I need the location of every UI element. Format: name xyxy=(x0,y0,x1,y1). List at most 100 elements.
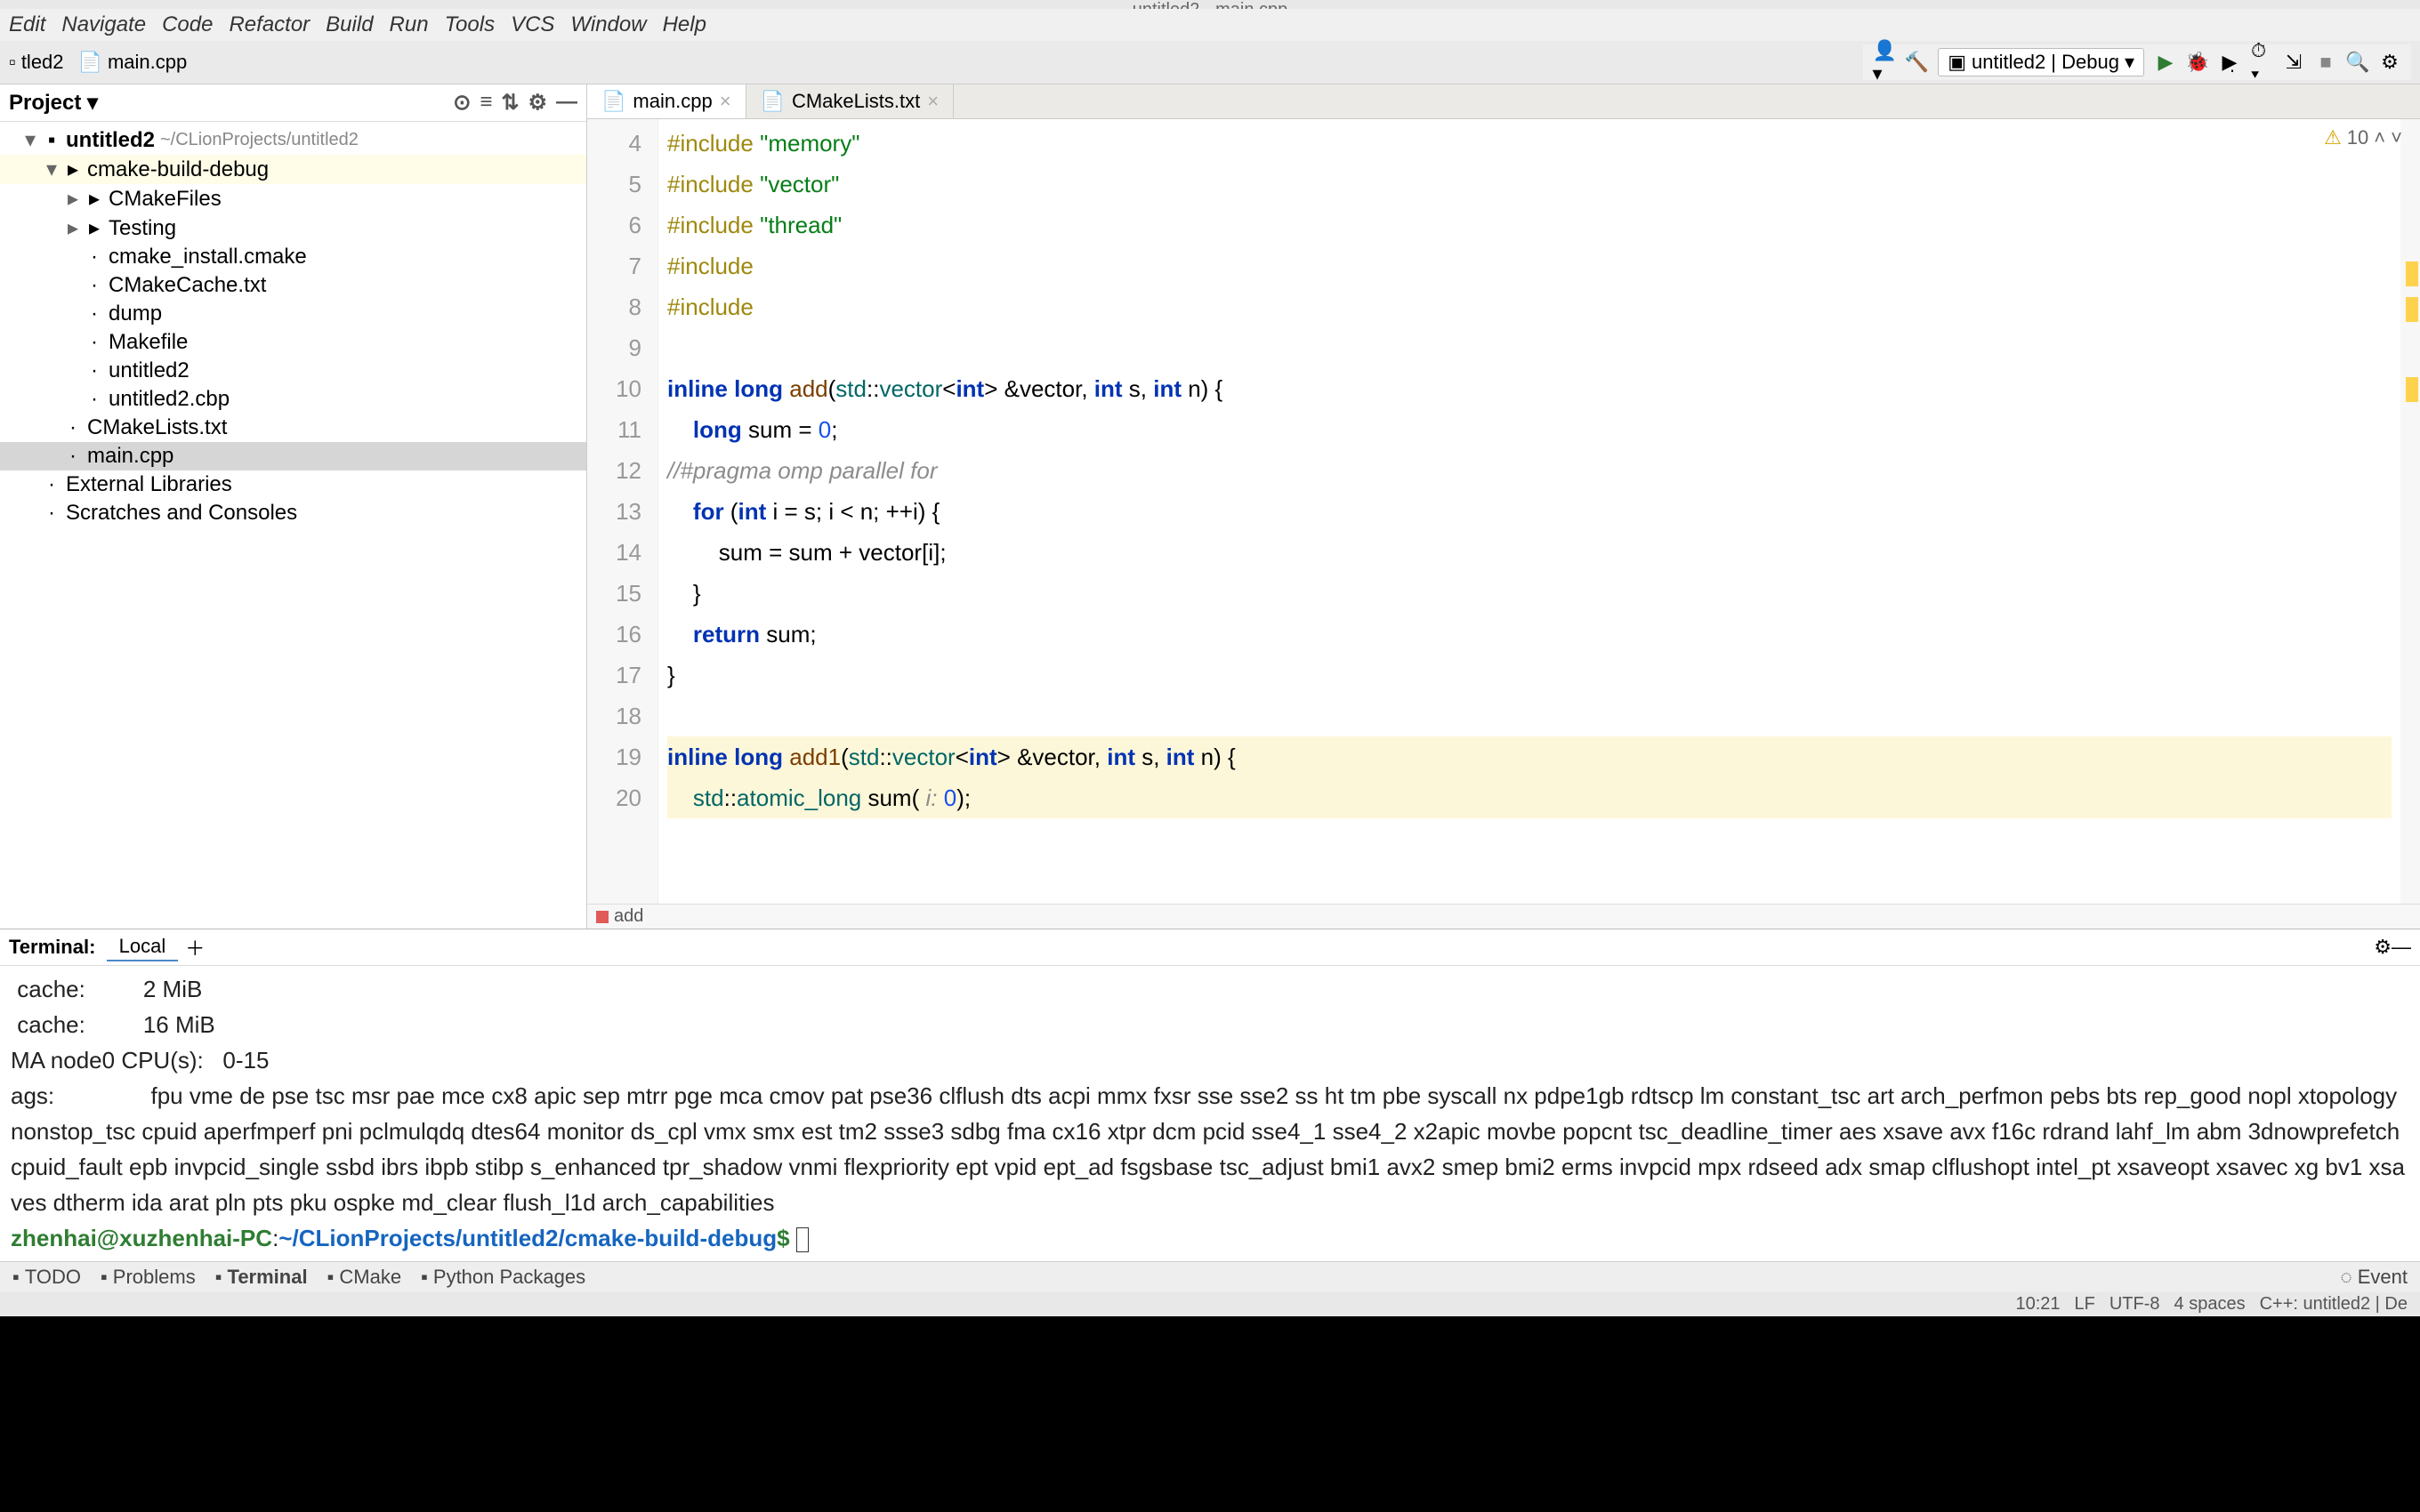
run-config-selector[interactable]: ▣ untitled2 | Debug ▾ xyxy=(1938,48,2144,76)
status-context[interactable]: C++: untitled2 | De xyxy=(2260,1294,2408,1315)
menu-build[interactable]: Build xyxy=(326,12,373,37)
editor-code[interactable]: #include "memory"#include "vector"#inclu… xyxy=(658,119,2400,904)
menu-help[interactable]: Help xyxy=(663,12,706,37)
editor-gutter[interactable]: 4567891011121314151617181920 xyxy=(587,119,658,904)
tree-item[interactable]: ·Scratches and Consoles xyxy=(0,499,586,527)
file-icon: · xyxy=(43,472,60,497)
menu-vcs[interactable]: VCS xyxy=(511,12,554,37)
hide-icon[interactable]: — xyxy=(2392,936,2411,959)
select-opened-icon[interactable]: ⊙ xyxy=(453,90,471,116)
project-tool-window: Project ▾ ⊙ ≡ ⇅ ⚙ — ▾ ▪ untitled2 ~/CLio… xyxy=(0,84,587,929)
menu-code[interactable]: Code xyxy=(162,12,213,37)
tool-tab-python-packages[interactable]: ▪Python Packages xyxy=(421,1266,585,1289)
add-terminal-icon[interactable]: ＋ xyxy=(185,933,205,961)
tree-item[interactable]: ·cmake_install.cmake xyxy=(0,243,586,271)
error-stripe[interactable] xyxy=(2400,119,2420,904)
editor-tab[interactable]: 📄 main.cpp × xyxy=(587,84,746,118)
add-config-icon[interactable]: 👤▾ xyxy=(1874,52,1895,73)
file-icon: · xyxy=(85,302,103,326)
hide-icon[interactable]: — xyxy=(556,90,577,116)
status-encoding[interactable]: UTF-8 xyxy=(2109,1294,2160,1315)
menu-navigate[interactable]: Navigate xyxy=(61,12,146,37)
run-icon[interactable]: ▶ xyxy=(2155,52,2176,73)
editor-tab[interactable]: 📄CMakeLists.txt× xyxy=(746,84,955,118)
expand-all-icon[interactable]: ≡ xyxy=(480,90,492,116)
chevron-down-icon[interactable]: ˅ xyxy=(2391,126,2402,149)
status-caret-pos[interactable]: 10:21 xyxy=(2015,1294,2060,1315)
stop-icon[interactable]: ■ xyxy=(2315,52,2336,73)
status-line-ending[interactable]: LF xyxy=(2075,1294,2095,1315)
tool-tab-icon: ▪ xyxy=(421,1266,428,1289)
menu-edit[interactable]: Edit xyxy=(9,12,45,37)
tree-item[interactable]: ·CMakeLists.txt xyxy=(0,414,586,442)
tree-item[interactable]: ·untitled2 xyxy=(0,357,586,385)
profile-icon[interactable]: ⏱▾ xyxy=(2251,52,2272,73)
tool-tab-problems[interactable]: ▪Problems xyxy=(101,1266,196,1289)
window-title: untitled2 - main.cpp xyxy=(0,0,2420,9)
search-icon[interactable]: 🔍 xyxy=(2347,52,2368,73)
file-icon: · xyxy=(85,358,103,383)
tool-tab-event-log[interactable]: ◌Event xyxy=(2341,1266,2408,1289)
menu-run[interactable]: Run xyxy=(390,12,429,37)
tool-tab-terminal[interactable]: ▪Terminal xyxy=(215,1266,308,1289)
project-root[interactable]: ▾ ▪ untitled2 ~/CLionProjects/untitled2 xyxy=(0,125,586,155)
gear-icon[interactable]: ⚙ xyxy=(2374,936,2392,959)
tree-item[interactable]: ·main.cpp xyxy=(0,442,586,470)
tree-item[interactable]: ·dump xyxy=(0,300,586,328)
inspection-widget[interactable]: ⚠ 10 ˄ ˅ xyxy=(2324,126,2402,149)
menu-refactor[interactable]: Refactor xyxy=(229,12,310,37)
tree-item[interactable]: ·Makefile xyxy=(0,328,586,357)
tree-item[interactable]: ·CMakeCache.txt xyxy=(0,271,586,300)
editor-tab-label: main.cpp xyxy=(633,90,712,113)
breadcrumb-file[interactable]: 📄 main.cpp xyxy=(78,51,188,74)
file-icon: 📄 xyxy=(601,90,625,113)
close-icon[interactable]: × xyxy=(720,90,731,113)
tool-tab-todo[interactable]: ▪TODO xyxy=(12,1266,81,1289)
menu-bar: Edit Navigate Code Refactor Build Run Tools VCS… xyxy=(0,9,2420,41)
menu-window[interactable]: Window xyxy=(570,12,646,37)
project-pane-title[interactable]: Project ▾ xyxy=(9,90,453,116)
close-icon[interactable]: × xyxy=(927,90,939,113)
terminal-body[interactable]: cache: 2 MiB cache: 16 MiBMA node0 CPU(s… xyxy=(0,966,2420,1261)
warning-marker[interactable] xyxy=(2406,297,2418,322)
folder-icon: ▪ xyxy=(43,128,60,153)
bottom-tool-tabs: ▪TODO ▪Problems ▪Terminal ▪CMake ▪Python Pac… xyxy=(0,1261,2420,1292)
debug-icon[interactable]: 🐞 xyxy=(2187,52,2208,73)
attach-icon[interactable]: ⇲ xyxy=(2283,52,2304,73)
warning-marker[interactable] xyxy=(2406,261,2418,286)
warning-marker[interactable] xyxy=(2406,377,2418,402)
editor-breadcrumb[interactable]: add xyxy=(587,904,2420,929)
gear-icon[interactable]: ⚙ xyxy=(528,90,547,116)
tree-item-label: CMakeFiles xyxy=(109,187,222,212)
gear-icon[interactable]: ⚙ xyxy=(2379,52,2400,73)
hammer-icon[interactable]: 🔨 xyxy=(1906,52,1927,73)
tree-item[interactable]: ▸▸Testing xyxy=(0,213,586,243)
tree-item-label: cmake-build-debug xyxy=(87,157,269,182)
tree-item[interactable]: ▸▸CMakeFiles xyxy=(0,184,586,213)
project-tree[interactable]: ▾ ▪ untitled2 ~/CLionProjects/untitled2 … xyxy=(0,122,586,531)
editor-breadcrumb-label: add xyxy=(614,906,643,927)
terminal-title: Terminal: xyxy=(9,936,95,959)
chevron-up-icon[interactable]: ˄ xyxy=(2374,126,2385,149)
status-indent[interactable]: 4 spaces xyxy=(2174,1294,2246,1315)
terminal-tab-local[interactable]: Local xyxy=(107,933,179,961)
tree-item[interactable]: ·External Libraries xyxy=(0,470,586,499)
coverage-icon[interactable]: ▶̣ xyxy=(2219,52,2240,73)
tree-item[interactable]: ·untitled2.cbp xyxy=(0,385,586,414)
folder-icon: ▸ xyxy=(85,186,103,212)
breadcrumb-project[interactable]: ▫ tled2 xyxy=(9,51,64,74)
collapse-all-icon[interactable]: ⇅ xyxy=(501,90,519,116)
breadcrumb-project-label: tled2 xyxy=(21,51,64,74)
cpp-file-icon: 📄 xyxy=(78,51,102,74)
folder-icon: ▸ xyxy=(85,215,103,241)
tree-item-label: cmake_install.cmake xyxy=(109,245,307,269)
tool-tab-cmake[interactable]: ▪CMake xyxy=(327,1266,402,1289)
tree-item[interactable]: ▾▸cmake-build-debug xyxy=(0,155,586,184)
tree-item-label: Makefile xyxy=(109,330,188,355)
tree-item-label: main.cpp xyxy=(87,444,173,469)
terminal-cursor xyxy=(796,1227,809,1252)
file-icon: · xyxy=(85,330,103,355)
tool-tab-icon: ▪ xyxy=(215,1266,222,1289)
nav-bar: ▫ tled2 📄 main.cpp 👤▾ 🔨 ▣ untitled2 | De… xyxy=(0,41,2420,84)
menu-tools[interactable]: Tools xyxy=(445,12,495,37)
